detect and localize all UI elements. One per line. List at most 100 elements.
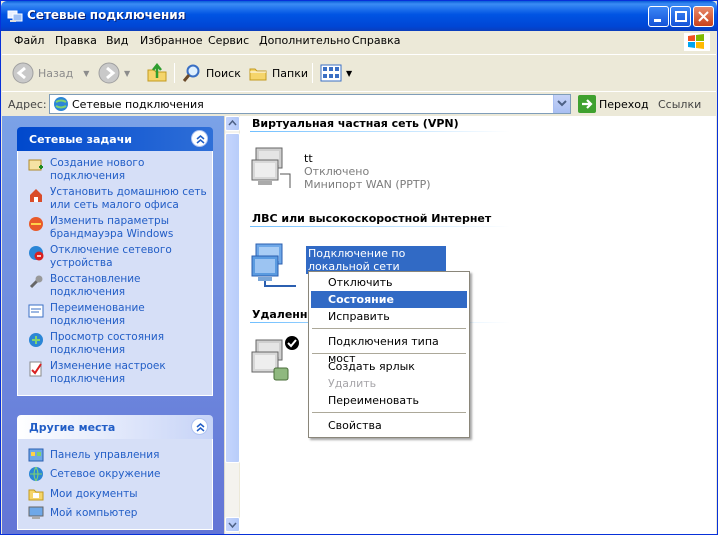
address-dropdown-button[interactable]: [553, 95, 570, 113]
other-places-panel: Другие места Панель управления Сетевое о…: [17, 415, 213, 530]
up-folder-button[interactable]: [146, 61, 168, 85]
chevron-up-icon: [196, 135, 205, 144]
scroll-down-button[interactable]: [225, 517, 240, 532]
folders-label: Папки: [272, 66, 308, 80]
menu-item-disconnect[interactable]: Отключить: [311, 274, 467, 291]
network-tasks-header[interactable]: Сетевые задачи: [17, 127, 213, 151]
home-network-icon: [30, 189, 42, 202]
task-rename-connection[interactable]: Переименование подключения: [28, 302, 212, 328]
place-my-computer[interactable]: Мой компьютер: [28, 504, 212, 524]
rename-icon: [28, 304, 44, 318]
forward-button[interactable]: ▼: [98, 61, 130, 85]
group-divider: [250, 226, 510, 227]
address-value: Сетевые подключения: [72, 98, 204, 111]
menu-file[interactable]: Файл: [14, 34, 44, 47]
search-button[interactable]: Поиск: [182, 61, 241, 85]
folders-button[interactable]: Папки: [248, 61, 308, 85]
network-places-icon: [29, 467, 43, 482]
network-connections-icon: [54, 97, 68, 111]
explorer-window: Сетевые подключения Файл Правка Вид Избр…: [0, 0, 718, 535]
views-button[interactable]: ▼: [320, 61, 352, 85]
task-change-settings[interactable]: Изменение настроек подключения: [28, 360, 212, 386]
address-bar: Адрес: Сетевые подключения Переход Ссылк…: [2, 91, 716, 115]
windows-logo-icon: [684, 33, 710, 51]
address-label: Адрес:: [8, 98, 47, 111]
menu-item-properties[interactable]: Свойства: [311, 417, 467, 434]
change-settings-icon: [29, 361, 42, 377]
network-connections-icon: [7, 10, 23, 22]
close-button[interactable]: [693, 6, 714, 27]
task-create-connection[interactable]: Создание нового подключения: [28, 157, 212, 183]
menu-item-create-shortcut[interactable]: Создать ярлык: [311, 358, 467, 375]
task-label: Изменить параметры брандмауэра Windows: [50, 215, 174, 240]
view-status-icon: [29, 333, 43, 347]
my-computer-icon: [28, 506, 44, 520]
menu-item-bridge-connections[interactable]: Подключения типа мост: [311, 333, 467, 365]
remote-connection-item[interactable]: [250, 334, 310, 386]
menu-item-status[interactable]: Состояние: [311, 291, 467, 308]
forward-dropdown-icon[interactable]: ▼: [124, 69, 130, 78]
repair-wrench-icon: [29, 275, 43, 289]
collapse-button[interactable]: [191, 418, 208, 435]
maximize-icon: [675, 11, 687, 22]
links-button[interactable]: Ссылки: [658, 98, 701, 111]
menu-item-delete: Удалить: [328, 377, 377, 390]
maximize-button[interactable]: [670, 6, 691, 27]
menu-view[interactable]: Вид: [106, 34, 128, 47]
task-label: Изменение настроек подключения: [50, 360, 166, 385]
place-network-neighborhood[interactable]: Сетевое окружение: [28, 465, 212, 485]
menu-edit[interactable]: Правка: [55, 34, 97, 47]
network-tasks-panel: Сетевые задачи Создание нового подключен…: [17, 127, 213, 396]
up-folder-icon: [147, 62, 167, 82]
menu-help[interactable]: Справка: [352, 34, 400, 47]
menu-separator: [312, 328, 466, 329]
place-my-documents[interactable]: Мои документы: [28, 484, 212, 504]
network-tasks-title: Сетевые задачи: [29, 133, 132, 146]
menu-bar: Файл Правка Вид Избранное Сервис Дополни…: [2, 31, 716, 51]
scroll-thumb[interactable]: [225, 133, 240, 463]
place-control-panel[interactable]: Панель управления: [28, 445, 212, 465]
forward-arrow-icon: [98, 62, 120, 84]
views-icon: [320, 64, 342, 82]
disable-device-icon: [29, 246, 44, 261]
go-button[interactable]: Переход: [578, 95, 649, 113]
back-arrow-icon: [12, 62, 34, 84]
task-label: Восстановление подключения: [50, 273, 141, 298]
other-places-header[interactable]: Другие места: [17, 415, 213, 439]
menu-favorites[interactable]: Избранное: [140, 34, 202, 47]
back-button[interactable]: Назад ▼: [12, 61, 89, 85]
task-view-status[interactable]: Просмотр состояния подключения: [28, 331, 212, 357]
new-connection-icon: [28, 159, 43, 171]
minimize-button[interactable]: [648, 6, 669, 27]
title-bar[interactable]: Сетевые подключения: [1, 1, 717, 31]
address-input[interactable]: Сетевые подключения: [49, 94, 571, 114]
task-firewall-settings[interactable]: Изменить параметры брандмауэра Windows: [28, 215, 212, 241]
firewall-icon: [29, 217, 43, 231]
vpn-connection-item[interactable]: tt Отключено Минипорт WAN (PPTP): [250, 144, 490, 192]
search-icon: [182, 64, 200, 82]
scroll-up-button[interactable]: [225, 116, 240, 131]
task-label: Установить домашнюю сеть или сеть малого…: [50, 186, 207, 211]
collapse-button[interactable]: [191, 130, 208, 147]
lan-connection-name[interactable]: Подключение по локальной сети: [306, 246, 446, 274]
task-repair-connection[interactable]: Восстановление подключения: [28, 273, 212, 299]
task-home-network[interactable]: Установить домашнюю сеть или сеть малого…: [28, 186, 212, 212]
menu-item-rename[interactable]: Переименовать: [311, 392, 467, 409]
window-title: Сетевые подключения: [27, 8, 186, 22]
go-label: Переход: [599, 97, 649, 111]
vpn-group-title: Виртуальная частная сеть (VPN): [252, 117, 459, 130]
menu-item-repair[interactable]: Исправить: [311, 308, 467, 325]
place-label: Мои документы: [50, 487, 138, 500]
place-label: Мой компьютер: [50, 507, 138, 520]
menu-tools[interactable]: Сервис: [208, 34, 249, 47]
task-disable-device[interactable]: Отключение сетевого устройства: [28, 244, 212, 270]
back-dropdown-icon[interactable]: ▼: [83, 69, 89, 78]
chevron-up-icon: [196, 423, 205, 432]
task-label: Переименование подключения: [50, 302, 145, 327]
menu-separator: [312, 412, 466, 413]
toolbar: Назад ▼ ▼ Поиск Папки ▼: [2, 54, 716, 90]
menu-advanced[interactable]: Дополнительно: [259, 34, 350, 47]
vpn-connection-device: Минипорт WAN (PPTP): [304, 178, 431, 191]
views-dropdown-icon[interactable]: ▼: [346, 69, 352, 78]
task-pane-scrollbar[interactable]: [224, 116, 240, 534]
